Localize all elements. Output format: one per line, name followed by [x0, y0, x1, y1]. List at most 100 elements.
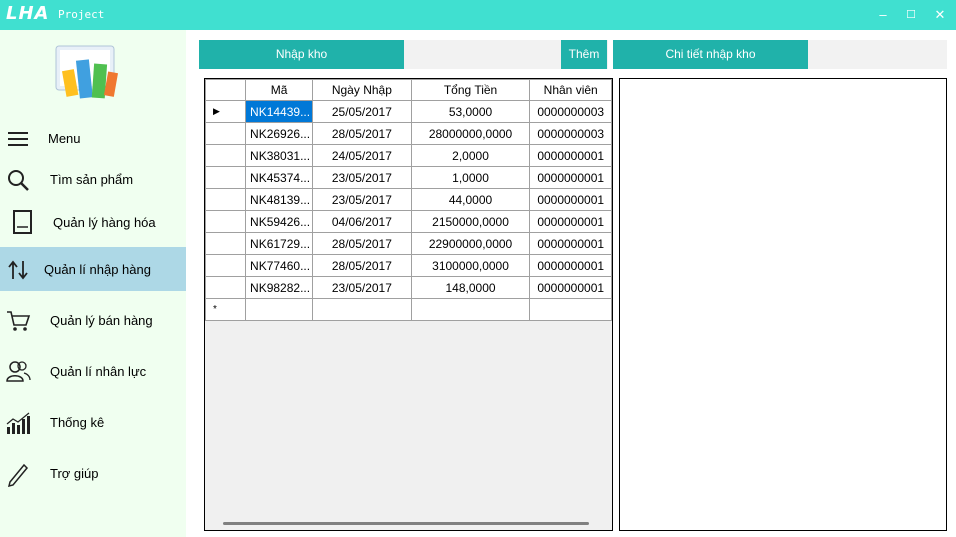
row-header[interactable]	[205, 276, 247, 299]
title-bar: LHA Project – ☐ ✕	[0, 0, 956, 30]
cell-total[interactable]: 3100000,0000	[410, 254, 531, 277]
column-header-code[interactable]: Mã	[245, 79, 314, 101]
horizontal-scrollbar[interactable]	[205, 516, 612, 530]
cell-date[interactable]: 04/06/2017	[312, 210, 412, 233]
cell-total[interactable]: 1,0000	[410, 166, 531, 189]
cell-date[interactable]: 24/05/2017	[312, 144, 412, 167]
sidebar-item-import[interactable]: Quản lí nhập hàng	[0, 247, 186, 291]
sidebar-item-label: Trợ giúp	[50, 466, 99, 481]
scrollbar-thumb[interactable]	[223, 522, 589, 525]
table-row[interactable]: NK77460... 28/05/2017 3100000,0000 00000000…	[205, 254, 612, 277]
cell-total[interactable]: 2,0000	[410, 144, 531, 167]
pencil-icon	[7, 463, 29, 487]
cell-date[interactable]: 23/05/2017	[312, 276, 412, 299]
column-header-total[interactable]: Tổng Tiền	[410, 79, 531, 101]
sidebar-item-label: Quản lí nhân lực	[50, 364, 147, 379]
add-button[interactable]: Thêm	[561, 40, 607, 69]
cell-code[interactable]: NK77460...	[245, 254, 314, 277]
cell-total[interactable]: 28000000,0000	[410, 122, 531, 145]
hamburger-icon	[8, 132, 28, 146]
sidebar-item-label: Menu	[48, 131, 81, 146]
cell-employee[interactable]: 0000000001	[529, 232, 612, 255]
cell-code[interactable]: NK14439...	[245, 100, 314, 123]
cell-date[interactable]: 28/05/2017	[312, 232, 412, 255]
cell-date[interactable]: 28/05/2017	[312, 254, 412, 277]
cell-employee[interactable]: 0000000001	[529, 254, 612, 277]
cell-total[interactable]: 148,0000	[410, 276, 531, 299]
row-header[interactable]	[205, 232, 247, 255]
app-subtitle: Project	[58, 8, 105, 21]
cell-code[interactable]: NK61729...	[245, 232, 314, 255]
import-tab-button[interactable]: Nhập kho	[199, 40, 404, 69]
maximize-button[interactable]: ☐	[904, 8, 918, 22]
sidebar-item-menu[interactable]: Menu	[0, 117, 186, 161]
new-table-row[interactable]: *	[205, 298, 612, 321]
table-row[interactable]: NK61729... 28/05/2017 22900000,0000 0000000…	[205, 232, 612, 255]
table-row[interactable]: NK45374... 23/05/2017 1,0000 0000000001	[205, 166, 612, 189]
sidebar-item-stats[interactable]: Thống kê	[0, 400, 186, 444]
cell-employee[interactable]: 0000000003	[529, 100, 612, 123]
sidebar: Menu Tìm sản phẩm Quản lý hàng hóa Quản …	[0, 30, 186, 537]
close-button[interactable]: ✕	[933, 8, 947, 22]
empty-cell[interactable]	[410, 298, 531, 321]
detail-tab-button[interactable]: Chi tiết nhập kho	[613, 40, 808, 69]
sidebar-item-label: Quản lý hàng hóa	[53, 215, 156, 230]
sidebar-item-goods[interactable]: Quản lý hàng hóa	[0, 200, 186, 244]
cart-icon	[7, 311, 31, 331]
empty-cell[interactable]	[529, 298, 612, 321]
sidebar-item-sales[interactable]: Quản lý bán hàng	[0, 298, 186, 342]
row-header[interactable]	[205, 166, 247, 189]
table-row[interactable]: NK26926... 28/05/2017 28000000,0000 0000000…	[205, 122, 612, 145]
cell-employee[interactable]: 0000000003	[529, 122, 612, 145]
cell-date[interactable]: 28/05/2017	[312, 122, 412, 145]
table-row[interactable]: ▶ NK14439... 25/05/2017 53,0000 0000000003	[205, 100, 612, 123]
sync-arrows-icon	[8, 260, 28, 280]
cell-date[interactable]: 23/05/2017	[312, 166, 412, 189]
empty-cell[interactable]	[312, 298, 412, 321]
sidebar-item-search[interactable]: Tìm sản phẩm	[0, 158, 186, 202]
row-header[interactable]	[205, 210, 247, 233]
cell-date[interactable]: 23/05/2017	[312, 188, 412, 211]
row-header-corner	[205, 79, 247, 101]
table-row[interactable]: NK98282... 23/05/2017 148,0000 0000000001	[205, 276, 612, 299]
table-row[interactable]: NK59426... 04/06/2017 2150000,0000 00000000…	[205, 210, 612, 233]
row-header[interactable]	[205, 188, 247, 211]
sidebar-item-help[interactable]: Trợ giúp	[0, 451, 186, 495]
column-header-date[interactable]: Ngày Nhập	[312, 79, 412, 101]
row-header[interactable]: ▶	[205, 100, 247, 123]
cell-employee[interactable]: 0000000001	[529, 210, 612, 233]
sidebar-item-label: Tìm sản phẩm	[50, 172, 134, 187]
cell-total[interactable]: 44,0000	[410, 188, 531, 211]
cell-total[interactable]: 53,0000	[410, 100, 531, 123]
empty-cell[interactable]	[245, 298, 314, 321]
column-header-employee[interactable]: Nhân viên	[529, 79, 612, 101]
import-grid[interactable]: Mã Ngày Nhập Tổng Tiền Nhân viên ▶ NK1443…	[204, 78, 613, 531]
cell-code[interactable]: NK26926...	[245, 122, 314, 145]
table-row[interactable]: NK38031... 24/05/2017 2,0000 0000000001	[205, 144, 612, 167]
table-header-row: Mã Ngày Nhập Tổng Tiền Nhân viên	[205, 79, 612, 101]
cell-code[interactable]: NK48139...	[245, 188, 314, 211]
cell-total[interactable]: 2150000,0000	[410, 210, 531, 233]
sidebar-item-label: Thống kê	[50, 415, 105, 430]
minimize-button[interactable]: –	[876, 8, 890, 22]
cell-date[interactable]: 25/05/2017	[312, 100, 412, 123]
row-header[interactable]	[205, 144, 247, 167]
cell-employee[interactable]: 0000000001	[529, 144, 612, 167]
row-header[interactable]	[205, 122, 247, 145]
cell-employee[interactable]: 0000000001	[529, 188, 612, 211]
row-header[interactable]	[205, 254, 247, 277]
sidebar-item-label: Quản lý bán hàng	[50, 313, 153, 328]
row-header[interactable]: *	[205, 298, 247, 321]
cell-employee[interactable]: 0000000001	[529, 276, 612, 299]
sidebar-item-hr[interactable]: Quản lí nhân lực	[0, 349, 186, 393]
cell-employee[interactable]: 0000000001	[529, 166, 612, 189]
table-row[interactable]: NK48139... 23/05/2017 44,0000 0000000001	[205, 188, 612, 211]
cell-code[interactable]: NK59426...	[245, 210, 314, 233]
app-logo-icon	[55, 45, 118, 99]
cell-code[interactable]: NK38031...	[245, 144, 314, 167]
cell-code[interactable]: NK98282...	[245, 276, 314, 299]
book-icon	[13, 210, 32, 234]
cell-code[interactable]: NK45374...	[245, 166, 314, 189]
import-detail-panel	[619, 78, 947, 531]
cell-total[interactable]: 22900000,0000	[410, 232, 531, 255]
